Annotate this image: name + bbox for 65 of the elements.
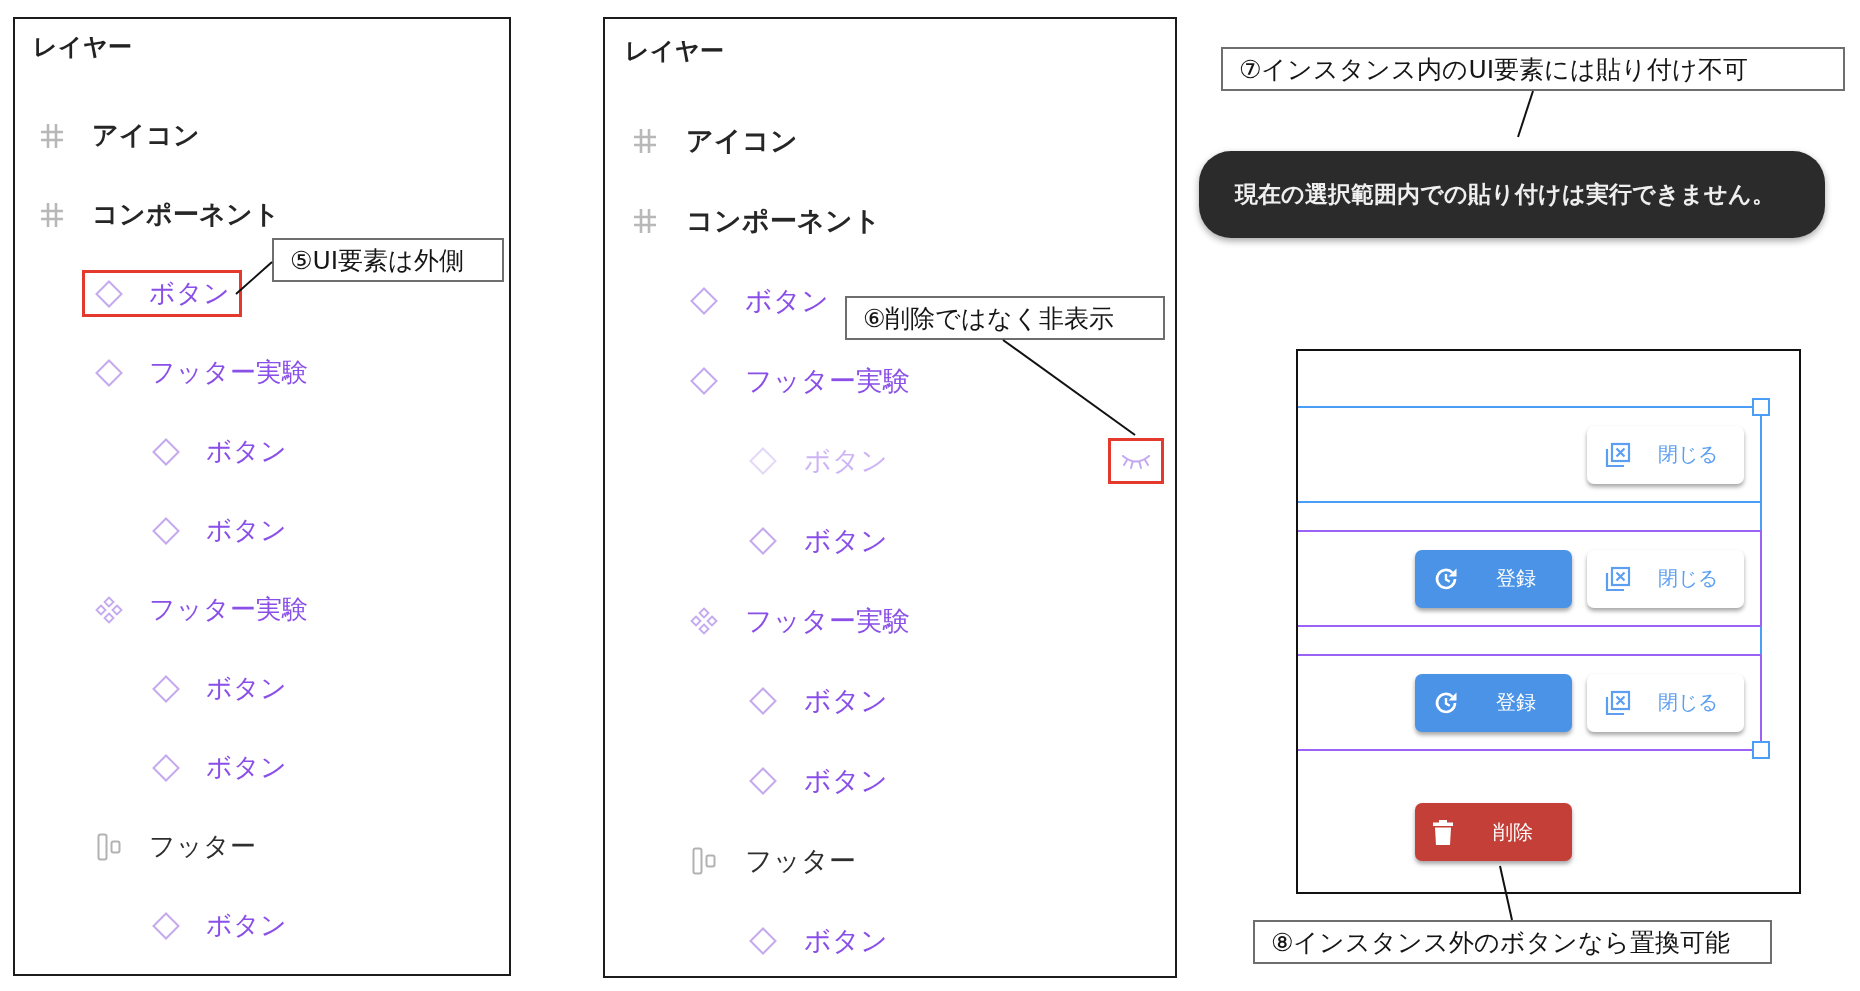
register-button[interactable]: 登録 [1415,549,1572,608]
layer-name[interactable]: アイコン [686,124,798,158]
delete-button[interactable]: 削除 [1415,803,1572,861]
diamond-icon [690,287,718,315]
callout: ⑥削除ではなく非表示 [845,296,1165,340]
close-button[interactable]: 閉じる [1587,549,1744,608]
layer-name[interactable]: フッター実験 [745,604,910,638]
layer-name[interactable]: ボタン [206,435,287,468]
diamond-icon [152,674,180,703]
diamond-icon [152,911,180,940]
hash-icon [633,208,657,234]
layer-name[interactable]: ボタン [206,672,287,705]
panel-title: レイヤー [625,36,724,66]
diamond-icon [749,767,777,795]
panel-title: レイヤー [33,32,132,62]
close-box-icon [1605,441,1631,468]
layer-name[interactable]: ボタン [804,764,888,798]
closed-eye-icon[interactable] [1121,453,1151,469]
layer-name[interactable]: ボタン [804,524,888,558]
resize-handle[interactable] [1752,398,1770,416]
diamond-icon [749,527,777,555]
diamond-icon [690,367,718,395]
close-button[interactable]: 閉じる [1587,673,1744,732]
layer-name[interactable]: ボタン [206,909,287,942]
layer-name[interactable]: ボタン [149,277,230,310]
hash-icon [40,201,64,228]
layer-name[interactable]: コンポーネント [686,204,881,238]
layer-name[interactable]: コンポーネント [92,198,280,231]
callout: ⑤UI要素は外側 [272,238,504,282]
layout-icon [692,847,716,875]
toast-message: 現在の選択範囲内での貼り付けは実行できません。 [1199,151,1825,238]
diamond-icon [95,358,123,387]
layer-name[interactable]: フッター実験 [149,593,308,626]
leader-line [1517,90,1534,138]
diamond-icon [749,927,777,955]
hash-icon [633,128,657,154]
diamond-icon [749,447,777,475]
leader-line [235,261,273,295]
callout: ⑦インスタンス内のUI要素には貼り付け不可 [1221,47,1845,91]
close-button[interactable]: 閉じる [1587,425,1744,484]
trash-icon [1433,819,1453,845]
diamond-icon [152,516,180,545]
callout: ⑧インスタンス外のボタンなら置換可能 [1253,920,1772,964]
four-diamonds-icon [690,607,718,635]
layer-name[interactable]: フッター実験 [149,356,308,389]
diamond-icon [749,687,777,715]
register-button[interactable]: 登録 [1415,673,1572,732]
layer-name[interactable]: アイコン [92,119,200,152]
layer-name[interactable]: フッター実験 [745,364,910,398]
layer-name[interactable]: ボタン [804,684,888,718]
close-box-icon [1605,565,1631,592]
layer-name[interactable]: ボタン [745,284,829,318]
close-box-icon [1605,689,1631,716]
layer-name[interactable]: ボタン [206,514,287,547]
layer-name[interactable]: フッター [149,830,256,863]
layout-icon [97,832,121,861]
hash-icon [40,122,64,149]
layer-name[interactable]: フッター [745,844,856,878]
resize-handle[interactable] [1752,741,1770,759]
four-diamonds-icon [95,595,123,624]
layer-name[interactable]: ボタン [804,924,888,958]
diamond-icon [152,437,180,466]
diamond-icon [95,279,123,308]
layer-name[interactable]: ボタン [206,751,287,784]
diamond-icon [152,753,180,782]
